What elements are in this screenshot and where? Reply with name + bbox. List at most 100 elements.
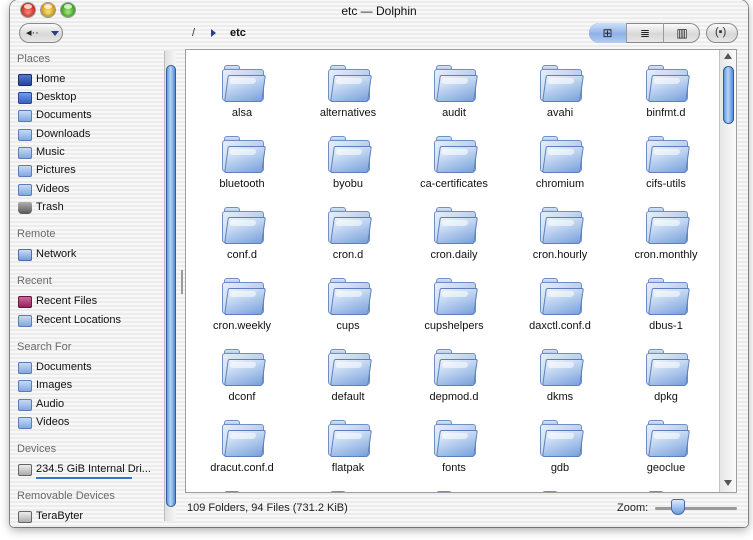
panel-splitter-handle[interactable] <box>181 270 183 294</box>
zoom-slider-track[interactable] <box>655 507 737 510</box>
folder-icon <box>646 276 690 316</box>
sidebar-item-recent-files[interactable]: Recent Files <box>16 294 164 311</box>
folder-name: daxctl.conf.d <box>529 320 591 332</box>
folder-item[interactable]: cups <box>295 266 401 336</box>
window-title: etc — Dolphin <box>341 4 417 18</box>
home-icon <box>18 74 32 86</box>
sidebar-item-label: Recent Locations <box>36 314 121 326</box>
folder-item[interactable]: alternatives <box>295 53 401 123</box>
folder-item[interactable]: cron.weekly <box>189 266 295 336</box>
folder-name: avahi <box>546 107 574 119</box>
folder-item[interactable]: cupshelpers <box>401 266 507 336</box>
scroll-up-arrow-icon[interactable] <box>724 53 732 59</box>
file-view-scrollbar[interactable] <box>719 50 736 492</box>
folder-item[interactable]: dconf <box>189 337 295 407</box>
status-summary: 109 Folders, 94 Files (731.2 KiB) <box>187 502 348 514</box>
section-recent: Recent <box>17 275 52 287</box>
folder-item[interactable]: flatpak <box>295 408 401 478</box>
folder-item[interactable]: daxctl.conf.d <box>507 266 613 336</box>
folder-item[interactable]: cron.monthly <box>613 195 719 265</box>
sidebar-item-label: TeraByter <box>36 510 84 522</box>
sidebar-item-search-images[interactable]: Images <box>16 378 164 395</box>
folder-icon <box>434 347 478 387</box>
history-dropdown-icon[interactable] <box>51 31 59 36</box>
sidebar-scroll-thumb[interactable] <box>166 65 176 507</box>
sidebar-item-desktop[interactable]: Desktop <box>16 90 164 107</box>
folder-name: cupshelpers <box>424 320 484 332</box>
sidebar-item-trash[interactable]: Trash <box>16 200 164 217</box>
section-search-for: Search For <box>17 341 72 353</box>
pictures-folder-icon <box>18 165 32 177</box>
file-view[interactable]: alsa alternatives audit avahi binfmt.d blueto… <box>185 49 737 493</box>
trash-icon <box>18 202 32 214</box>
sidebar-item-label: Music <box>36 146 65 158</box>
sidebar-item-network[interactable]: Network <box>16 247 164 264</box>
folder-icon <box>328 205 372 245</box>
back-button[interactable]: ◂·· <box>19 23 63 43</box>
breadcrumb-current[interactable]: etc <box>230 27 246 39</box>
folder-item[interactable]: gdb <box>507 408 613 478</box>
breadcrumb-separator-icon[interactable] <box>211 29 216 37</box>
sidebar-item-search-documents[interactable]: Documents <box>16 360 164 377</box>
section-remote: Remote <box>17 228 56 240</box>
sidebar-item-documents[interactable]: Documents <box>16 108 164 125</box>
folder-item[interactable]: byobu <box>295 124 401 194</box>
sidebar-item-search-videos[interactable]: Videos <box>16 415 164 432</box>
folder-name: cups <box>336 320 360 332</box>
folder-icon <box>18 315 32 327</box>
icons-view-button[interactable]: ⊞ <box>589 23 626 43</box>
folder-item[interactable]: conf.d <box>189 195 295 265</box>
folder-item[interactable]: audit <box>401 53 507 123</box>
hamburger-menu-button[interactable]: (▪) <box>706 23 738 43</box>
folder-item[interactable]: default <box>295 337 401 407</box>
folder-item[interactable]: dkms <box>507 337 613 407</box>
folder-item[interactable]: bluetooth <box>189 124 295 194</box>
folder-icon <box>646 134 690 174</box>
section-removable-devices: Removable Devices <box>17 490 115 502</box>
folder-item[interactable]: dbus-1 <box>613 266 719 336</box>
breadcrumb-root[interactable]: / <box>192 27 195 39</box>
sidebar-item-label: Recent Files <box>36 295 98 307</box>
music-folder-icon <box>18 147 32 159</box>
folder-item[interactable]: geoclue <box>613 408 719 478</box>
sidebar-item-pictures[interactable]: Pictures <box>16 163 164 180</box>
sidebar-item-terabyter[interactable]: TeraByter <box>16 509 164 526</box>
sidebar-item-videos[interactable]: Videos <box>16 182 164 199</box>
columns-view-button[interactable]: ▥ <box>663 23 700 43</box>
folder-icon <box>222 134 266 174</box>
details-view-button[interactable]: ≣ <box>626 23 663 43</box>
folder-icon <box>18 362 32 374</box>
folder-item[interactable]: dracut.conf.d <box>189 408 295 478</box>
folder-name: fonts <box>442 462 466 474</box>
folder-item[interactable]: binfmt.d <box>613 53 719 123</box>
folder-name: dbus-1 <box>649 320 683 332</box>
folder-item[interactable]: cifs-utils <box>613 124 719 194</box>
folder-item[interactable]: cron.daily <box>401 195 507 265</box>
folder-icon <box>328 134 372 174</box>
sidebar-item-home[interactable]: Home <box>16 72 164 89</box>
zoom-slider-handle[interactable] <box>671 499 685 515</box>
sidebar-item-music[interactable]: Music <box>16 145 164 162</box>
sidebar-item-label: Pictures <box>36 164 76 176</box>
dolphin-window: etc — Dolphin ◂·· / etc ⊞ ≣ ▥ (▪) Places… <box>10 0 748 527</box>
drive-usage-bar <box>36 477 132 479</box>
sidebar-item-downloads[interactable]: Downloads <box>16 127 164 144</box>
folder-item[interactable]: cron.hourly <box>507 195 613 265</box>
status-bar: 109 Folders, 94 Files (731.2 KiB) Zoom: <box>185 497 737 519</box>
folder-item[interactable]: alsa <box>189 53 295 123</box>
sidebar-item-internal-drive[interactable]: 234.5 GiB Internal Dri... <box>16 462 164 479</box>
folder-item[interactable]: fonts <box>401 408 507 478</box>
folder-icon <box>222 205 266 245</box>
folder-item[interactable]: chromium <box>507 124 613 194</box>
title-bar[interactable]: etc — Dolphin <box>10 0 748 21</box>
scroll-down-arrow-icon[interactable] <box>724 480 732 486</box>
folder-item[interactable]: ca-certificates <box>401 124 507 194</box>
folder-item[interactable]: depmod.d <box>401 337 507 407</box>
view-mode-switcher: ⊞ ≣ ▥ <box>589 23 700 43</box>
folder-item[interactable]: dpkg <box>613 337 719 407</box>
sidebar-item-search-audio[interactable]: Audio <box>16 397 164 414</box>
folder-item[interactable]: avahi <box>507 53 613 123</box>
folder-item[interactable]: cron.d <box>295 195 401 265</box>
file-view-scroll-thumb[interactable] <box>723 66 734 124</box>
sidebar-item-recent-locations[interactable]: Recent Locations <box>16 313 164 330</box>
